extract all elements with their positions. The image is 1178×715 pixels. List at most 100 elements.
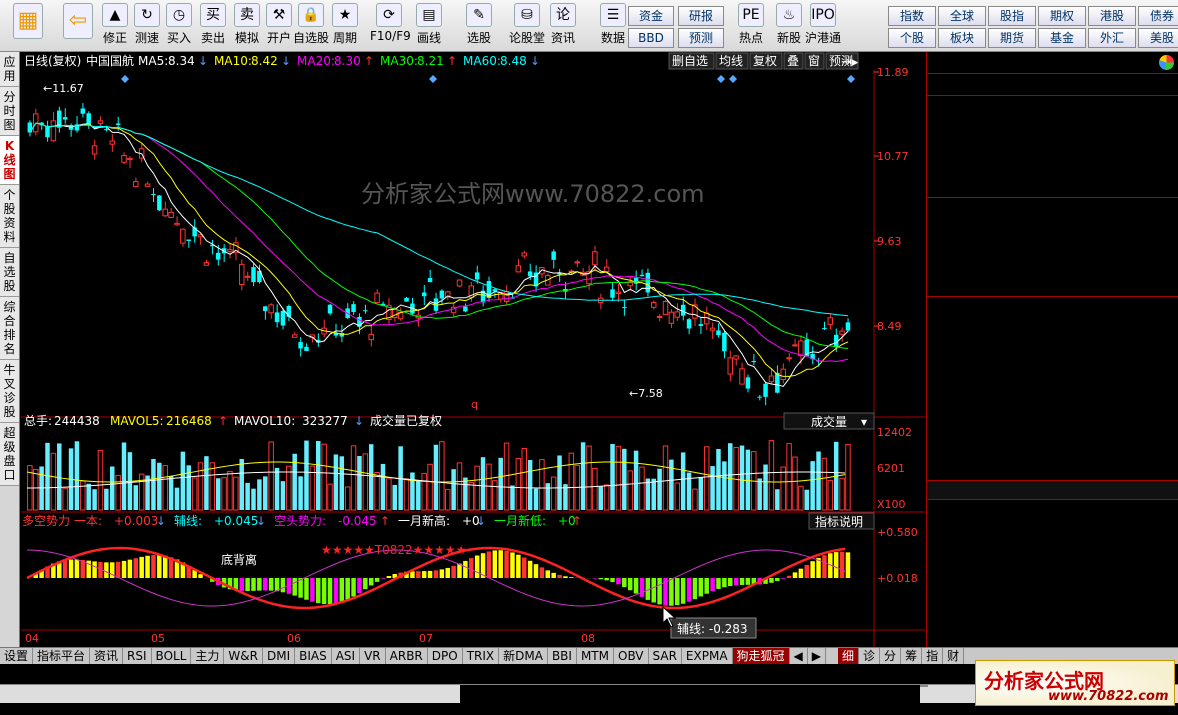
indicator-tab-1[interactable]: 指标平台 xyxy=(33,648,91,664)
indicator-tab-15[interactable]: BBI xyxy=(548,648,577,664)
market-btn-1-3[interactable]: 基金 xyxy=(1038,28,1086,48)
quote-header xyxy=(927,52,1178,74)
left-tab-1[interactable]: 分时图 xyxy=(0,87,19,136)
kline-chart[interactable]: 日线(复权) 中国国航 MA5: 8.34 ↓ MA10: 8.42 ↓ MA20: 8.30 ↑ M… xyxy=(21,52,925,647)
volume-bar xyxy=(433,444,439,510)
market-btn-0-3[interactable]: 期权 xyxy=(1038,6,1086,26)
detail-tab-2[interactable]: 分 xyxy=(880,648,902,664)
mid-btn-0-0[interactable]: 资金 xyxy=(628,6,674,26)
indicator-bar xyxy=(839,551,845,578)
candle-body xyxy=(822,328,827,330)
tick-row xyxy=(927,622,1178,642)
market-btn-1-0[interactable]: 个股 xyxy=(888,28,936,48)
left-tab-6[interactable]: 牛叉诊股 xyxy=(0,360,19,423)
market-btn-1-2[interactable]: 期货 xyxy=(988,28,1036,48)
indicator-tab-0[interactable]: 设置 xyxy=(0,648,34,664)
toolbar-btn-2[interactable]: ◷ 买入 xyxy=(160,3,198,49)
toolbar-btn-6[interactable]: 🔒 自选股 xyxy=(292,3,330,49)
bid-row[interactable] xyxy=(927,258,1178,278)
bid-row[interactable] xyxy=(927,278,1178,298)
volume-bar xyxy=(380,463,386,510)
indicator-tab-14[interactable]: 新DMA xyxy=(499,648,548,664)
indicator-bar xyxy=(492,550,498,578)
toolbar-btn-12[interactable]: 论资讯 xyxy=(544,3,582,49)
toolbar-btn-13[interactable]: ☰ 数据 xyxy=(594,3,632,49)
ask-row[interactable] xyxy=(927,178,1178,198)
indicator-tab-16[interactable]: MTM xyxy=(577,648,614,664)
mavol10-dir-icon: ↓ xyxy=(354,414,364,428)
candle-body xyxy=(133,181,139,188)
bid-row[interactable] xyxy=(927,218,1178,238)
market-btn-1-4[interactable]: 外汇 xyxy=(1088,28,1136,48)
toolbar-btn-3[interactable]: 买卖出 xyxy=(194,3,232,49)
detail-tab-0[interactable]: 细 xyxy=(838,648,860,664)
indicator-bar xyxy=(545,570,551,578)
detail-tab-3[interactable]: 筹 xyxy=(901,648,923,664)
indicator-tab-19[interactable]: EXPMA xyxy=(682,648,733,664)
detail-tab-5[interactable]: 财 xyxy=(943,648,965,664)
left-tab-5[interactable]: 综合排名 xyxy=(0,297,19,360)
left-tab-7[interactable]: 超级盘口 xyxy=(0,423,19,486)
big-order-notice[interactable] xyxy=(927,296,1178,316)
bid-row[interactable] xyxy=(927,238,1178,258)
indicator-tab-7[interactable]: DMI xyxy=(263,648,296,664)
toolbar-btn-10[interactable]: ✎ 选股 xyxy=(460,3,498,49)
indicator-tab-9[interactable]: ASI xyxy=(332,648,361,664)
sector-tabs[interactable] xyxy=(927,480,1178,500)
ind-axis-label: +0.580 xyxy=(877,526,918,539)
pe-icon: PE xyxy=(738,3,764,27)
bid-row[interactable] xyxy=(927,198,1178,218)
left-tab-3[interactable]: 个股资料 xyxy=(0,185,19,248)
indicator-tab-6[interactable]: W&R xyxy=(224,648,263,664)
ask-row[interactable] xyxy=(927,138,1178,158)
market-btn-1-5[interactable]: 美股 xyxy=(1138,28,1178,48)
market-btn-0-1[interactable]: 全球 xyxy=(938,6,986,26)
market-btn-0-4[interactable]: 港股 xyxy=(1088,6,1136,26)
left-tab-2[interactable]: K线图 xyxy=(0,136,19,185)
indicator-tab-20[interactable]: 狗走狐冠 xyxy=(732,648,790,664)
indicator-tab-11[interactable]: ARBR xyxy=(386,648,428,664)
indicator-tab-18[interactable]: SAR xyxy=(649,648,682,664)
candle-body xyxy=(656,316,663,319)
candle-body xyxy=(763,383,768,397)
logo-icon[interactable]: ▦ xyxy=(8,3,48,49)
indicator-tab-2[interactable]: 资讯 xyxy=(90,648,124,664)
scroll-right-icon[interactable]: ▶ xyxy=(808,648,827,664)
toolbar-btn-11[interactable]: ⛁ 论股堂 xyxy=(508,3,546,49)
indicator-tab-12[interactable]: DPO xyxy=(428,648,463,664)
mid-btn-1-0[interactable]: BBD xyxy=(628,28,674,48)
toolbar-btn-16[interactable]: IPO 沪港通 xyxy=(804,3,842,49)
indicator-tab-3[interactable]: RSI xyxy=(123,648,152,664)
toolbar-btn-8[interactable]: ⟳ F10/F9 xyxy=(370,3,411,49)
indicator-tab-13[interactable]: TRIX xyxy=(463,648,500,664)
toolbar-label: 热点 xyxy=(738,31,763,45)
ma-label: MA30: xyxy=(380,54,418,68)
left-tab-0[interactable]: 应用 xyxy=(0,52,19,87)
indicator-tab-17[interactable]: OBV xyxy=(614,648,649,664)
toolbar-btn-14[interactable]: PE 热点 xyxy=(732,3,770,49)
detail-tab-4[interactable]: 指 xyxy=(922,648,944,664)
toolbar-btn-15[interactable]: ♨ 新股 xyxy=(770,3,808,49)
left-tab-4[interactable]: 自选股 xyxy=(0,248,19,297)
market-btn-0-0[interactable]: 指数 xyxy=(888,6,936,26)
toolbar-btn-7[interactable]: ★ 周期 xyxy=(326,3,364,49)
mid-btn-1-1[interactable]: 预测 xyxy=(678,28,724,48)
indicator-tab-4[interactable]: BOLL xyxy=(152,648,192,664)
market-btn-1-1[interactable]: 板块 xyxy=(938,28,986,48)
indicator-bar xyxy=(798,568,804,578)
scroll-left-icon[interactable]: ◀ xyxy=(790,648,808,664)
code-search-input[interactable] xyxy=(920,685,928,687)
back-icon[interactable]: ⇦ xyxy=(58,3,98,49)
mid-btn-0-1[interactable]: 研报 xyxy=(678,6,724,26)
detail-tab-1[interactable]: 诊 xyxy=(859,648,881,664)
indicator-tab-10[interactable]: VR xyxy=(360,648,386,664)
toolbar-btn-9[interactable]: ▤ 画线 xyxy=(410,3,448,49)
ask-row[interactable] xyxy=(927,158,1178,178)
indicator-bar xyxy=(516,554,521,578)
ask-row[interactable] xyxy=(927,118,1178,138)
ask-row[interactable] xyxy=(927,98,1178,118)
market-btn-0-2[interactable]: 股指 xyxy=(988,6,1036,26)
indicator-tab-8[interactable]: BIAS xyxy=(295,648,332,664)
indicator-tab-5[interactable]: 主力 xyxy=(191,648,225,664)
market-btn-0-5[interactable]: 债券 xyxy=(1138,6,1178,26)
